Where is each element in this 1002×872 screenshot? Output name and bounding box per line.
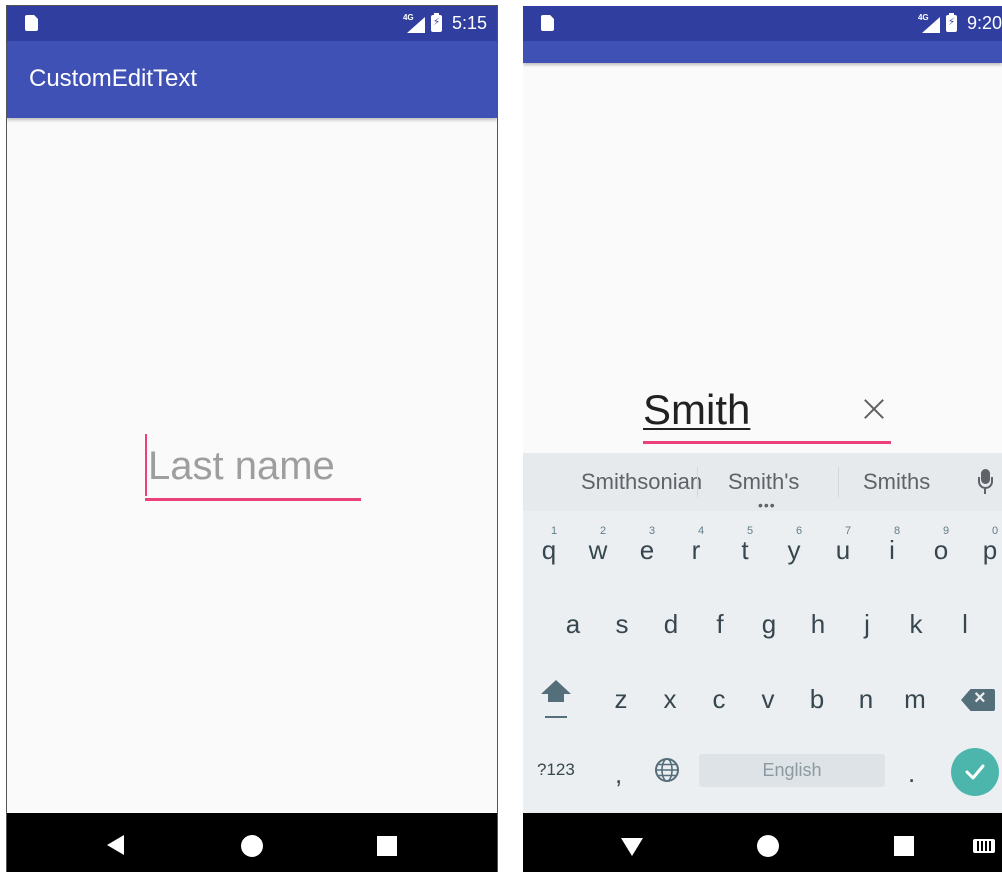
key-d[interactable]: d: [651, 609, 691, 640]
key-number-hint: 7: [845, 525, 852, 537]
key-number-hint: 8: [894, 525, 901, 537]
last-name-value: Smith: [643, 386, 751, 433]
key-number-hint: 6: [796, 525, 803, 537]
phone-screen-right: 4G ⚡ 9:20 Smith Smithsonian Smith's Smit…: [523, 6, 1002, 872]
key-s[interactable]: s: [602, 609, 642, 640]
key-number-hint: 0: [992, 525, 999, 537]
comma-key[interactable]: ,: [615, 759, 622, 790]
key-x[interactable]: x: [650, 684, 690, 715]
key-f[interactable]: f: [700, 609, 740, 640]
home-icon[interactable]: [241, 835, 263, 857]
status-time: 9:20: [966, 13, 1002, 33]
suggestion-3[interactable]: Smiths: [863, 469, 930, 495]
space-key-label: English: [762, 760, 822, 780]
backspace-icon[interactable]: ×: [961, 689, 995, 711]
done-key[interactable]: [951, 748, 999, 796]
period-key[interactable]: .: [908, 758, 915, 789]
key-w[interactable]: w: [578, 535, 618, 566]
key-g[interactable]: g: [749, 609, 789, 640]
last-name-hint: Last name: [148, 444, 335, 488]
home-icon[interactable]: [757, 835, 779, 857]
key-number-hint: 9: [943, 525, 950, 537]
key-r[interactable]: r: [676, 535, 716, 566]
globe-icon[interactable]: [654, 757, 680, 783]
last-name-input[interactable]: Smith: [643, 384, 891, 448]
shift-icon[interactable]: [539, 680, 573, 720]
signal-icon: 4G: [403, 13, 425, 33]
key-m[interactable]: m: [895, 684, 935, 715]
navigation-bar: [7, 813, 497, 872]
key-y[interactable]: y: [774, 535, 814, 566]
key-number-hint: 5: [747, 525, 754, 537]
sd-card-icon: [25, 15, 38, 31]
key-t[interactable]: t: [725, 535, 765, 566]
key-k[interactable]: k: [896, 609, 936, 640]
check-icon: [965, 764, 985, 780]
signal-icon: 4G: [918, 13, 940, 33]
suggestion-1[interactable]: Smithsonian: [581, 469, 702, 495]
space-key[interactable]: English: [699, 754, 885, 787]
input-underline: [643, 441, 891, 444]
symbols-key[interactable]: ?123: [537, 760, 575, 780]
key-q[interactable]: q: [529, 535, 569, 566]
recents-icon[interactable]: [377, 836, 397, 856]
battery-icon: ⚡: [430, 13, 442, 32]
key-number-hint: 4: [698, 525, 705, 537]
key-v[interactable]: v: [748, 684, 788, 715]
recents-icon[interactable]: [894, 836, 914, 856]
suggestion-strip: Smithsonian Smith's Smiths •••: [523, 453, 1002, 512]
more-suggestions-icon[interactable]: •••: [758, 498, 776, 512]
input-underline: [145, 498, 361, 501]
status-bar: 4G ⚡ 9:20: [523, 6, 1002, 41]
key-u[interactable]: u: [823, 535, 863, 566]
app-bar: [523, 41, 1002, 63]
key-l[interactable]: l: [945, 609, 985, 640]
mic-icon[interactable]: [978, 469, 993, 495]
suggestion-divider: [697, 467, 698, 497]
key-number-hint: 1: [551, 525, 558, 537]
sd-card-icon: [541, 15, 554, 31]
navigation-bar: [523, 813, 1002, 872]
suggestion-2[interactable]: Smith's: [728, 469, 799, 495]
key-e[interactable]: e: [627, 535, 667, 566]
suggestion-divider: [838, 467, 839, 497]
app-title: CustomEditText: [29, 65, 198, 92]
key-o[interactable]: o: [921, 535, 961, 566]
key-number-hint: 2: [600, 525, 607, 537]
key-c[interactable]: c: [699, 684, 739, 715]
keyboard-switch-icon[interactable]: [973, 839, 995, 853]
status-time: 5:15: [451, 13, 487, 33]
key-h[interactable]: h: [798, 609, 838, 640]
app-bar: CustomEditText: [7, 41, 497, 118]
text-cursor: [145, 434, 147, 496]
status-icons: 4G ⚡ 5:15: [403, 6, 487, 41]
status-bar: 4G ⚡ 5:15: [7, 6, 497, 41]
back-icon[interactable]: [107, 835, 124, 855]
key-j[interactable]: j: [847, 609, 887, 640]
last-name-input[interactable]: Last name: [145, 434, 361, 502]
key-n[interactable]: n: [846, 684, 886, 715]
hide-keyboard-icon[interactable]: [621, 838, 643, 856]
key-p[interactable]: p: [970, 535, 1002, 566]
battery-icon: ⚡: [945, 13, 957, 32]
key-a[interactable]: a: [553, 609, 593, 640]
clear-icon[interactable]: [861, 396, 887, 422]
key-b[interactable]: b: [797, 684, 837, 715]
phone-screen-left: 4G ⚡ 5:15 CustomEditText Last name: [6, 5, 498, 872]
soft-keyboard: Smithsonian Smith's Smiths ••• q1 w2 e3 r4 t…: [523, 453, 1002, 813]
status-icons: 4G ⚡ 9:20: [918, 6, 1002, 41]
key-z[interactable]: z: [601, 684, 641, 715]
key-i[interactable]: i: [872, 535, 912, 566]
key-number-hint: 3: [649, 525, 656, 537]
